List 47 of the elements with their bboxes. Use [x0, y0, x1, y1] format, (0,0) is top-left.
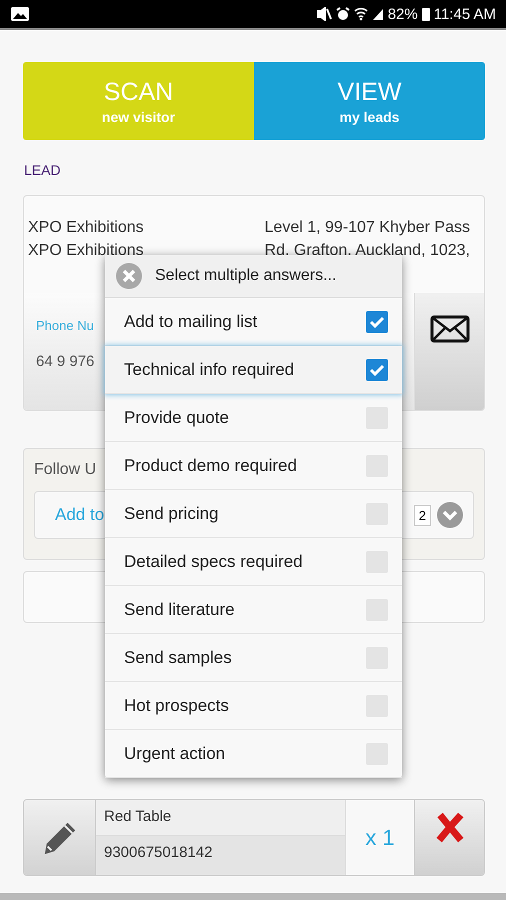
section-label: LEAD [24, 162, 62, 180]
option-item[interactable]: Send pricing [105, 490, 402, 538]
option-label: Send literature [124, 600, 235, 620]
battery-percent: 82% [388, 6, 418, 22]
item-code: 9300675018142 [96, 836, 345, 875]
option-label: Send samples [124, 648, 232, 668]
signal-icon [372, 8, 384, 20]
edit-button[interactable] [24, 800, 96, 875]
option-label: Hot prospects [124, 696, 229, 716]
option-label: Detailed specs required [124, 552, 303, 572]
option-item[interactable]: Detailed specs required [105, 538, 402, 586]
option-item[interactable]: Hot prospects [105, 682, 402, 730]
option-label: Add to mailing list [124, 312, 258, 332]
dialog-title: Select multiple answers... [155, 267, 336, 285]
chevron-down-icon[interactable] [437, 502, 463, 528]
clock: 11:45 AM [434, 6, 496, 22]
envelope-icon [430, 315, 470, 343]
battery-icon [422, 7, 430, 21]
phone-label: Phone Nu [36, 318, 94, 333]
delete-button[interactable] [414, 800, 484, 875]
mute-icon [316, 7, 332, 21]
phone-number: 64 9 976 [36, 353, 94, 370]
option-label: Product demo required [124, 456, 297, 476]
option-item[interactable]: Urgent action [105, 730, 402, 778]
count-badge: 2 [414, 504, 431, 526]
option-label: Provide quote [124, 408, 229, 428]
follow-up-label: Follow U [34, 461, 96, 479]
option-item[interactable]: Technical info required [105, 346, 402, 394]
alarm-icon [336, 7, 350, 21]
gallery-icon [10, 6, 30, 22]
option-item[interactable]: Send samples [105, 634, 402, 682]
checkbox[interactable] [366, 310, 388, 332]
option-label: Send pricing [124, 504, 219, 524]
quantity: x 1 [345, 800, 414, 875]
company-name: XPO Exhibitions [28, 241, 144, 261]
option-item[interactable]: Send literature [105, 586, 402, 634]
wifi-icon [354, 7, 368, 21]
checkbox[interactable] [366, 358, 388, 380]
option-item[interactable]: Provide quote [105, 394, 402, 442]
email-button[interactable] [414, 293, 484, 410]
address-line: Level 1, 99-107 Khyber Pass [264, 218, 470, 238]
address-line: Rd, Grafton, Auckland, 1023, [264, 241, 470, 261]
close-icon[interactable] [115, 262, 143, 290]
company-name: XPO Exhibitions [28, 218, 144, 238]
option-label: Urgent action [124, 744, 226, 764]
option-item[interactable]: Product demo required [105, 442, 402, 490]
option-label: Technical info required [124, 360, 294, 380]
